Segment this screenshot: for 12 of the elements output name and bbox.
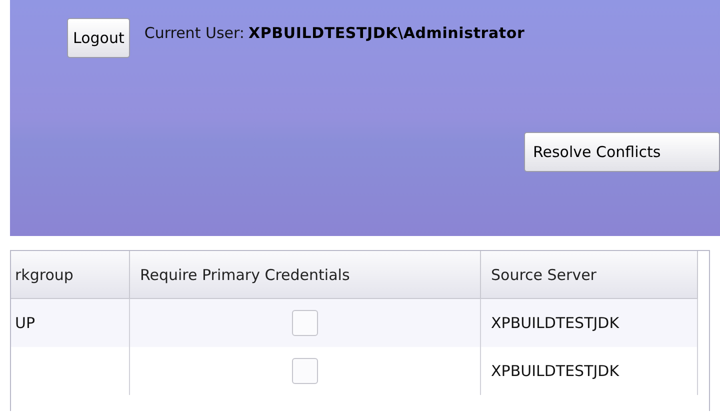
column-header[interactable]: Require Primary Credentials <box>130 251 480 298</box>
current-user-label: Current User: <box>144 24 244 42</box>
checkbox[interactable] <box>292 310 318 336</box>
table-cell: XPBUILDTESTJDK <box>480 298 698 347</box>
table-cell: XPBUILDTESTJDK <box>480 347 698 395</box>
current-user-name: XPBUILDTESTJDK\Administrator <box>248 24 525 42</box>
table-cell: UP <box>11 298 130 347</box>
checkbox[interactable] <box>292 358 318 384</box>
logout-button[interactable]: Logout <box>67 18 130 58</box>
column-header[interactable]: rkgroup <box>11 251 130 298</box>
resolve-conflicts-button[interactable]: Resolve Conflicts <box>524 132 720 172</box>
column-header[interactable]: Source Server <box>480 251 698 298</box>
